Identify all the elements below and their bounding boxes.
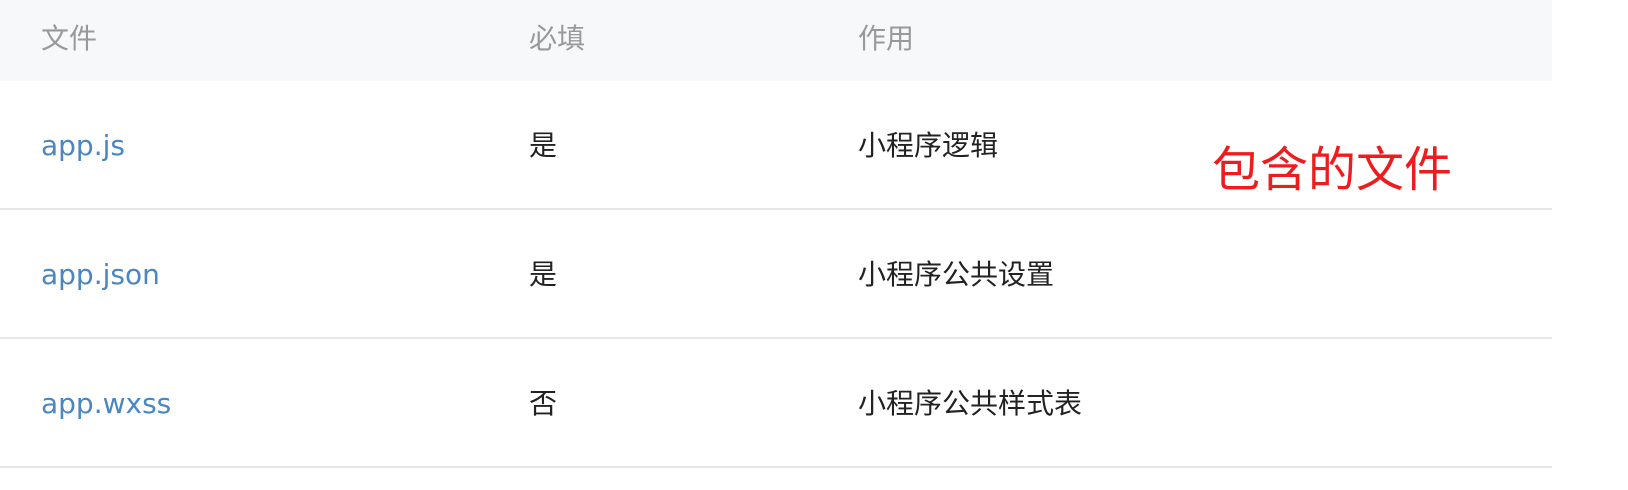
red-annotation-text: 包含的文件: [1212, 142, 1453, 198]
file-link-app-js[interactable]: app.js: [41, 81, 125, 208]
header-purpose: 作用: [858, 22, 915, 55]
table-row: app.json 是 小程序公共设置: [0, 210, 1552, 339]
files-table: 文件 必填 作用 app.js 是 小程序逻辑 app.json 是 小程序公共…: [0, 0, 1552, 468]
required-cell: 是: [529, 258, 558, 291]
table-header: 文件 必填 作用: [0, 0, 1552, 81]
required-cell: 否: [529, 387, 558, 420]
purpose-cell: 小程序逻辑: [858, 129, 999, 162]
header-file: 文件: [41, 22, 98, 55]
file-link-app-json[interactable]: app.json: [41, 210, 160, 337]
purpose-cell: 小程序公共设置: [858, 258, 1055, 291]
header-required: 必填: [529, 22, 586, 55]
file-link-app-wxss[interactable]: app.wxss: [41, 339, 171, 466]
purpose-cell: 小程序公共样式表: [858, 387, 1083, 420]
required-cell: 是: [529, 129, 558, 162]
table-row: app.wxss 否 小程序公共样式表: [0, 339, 1552, 468]
